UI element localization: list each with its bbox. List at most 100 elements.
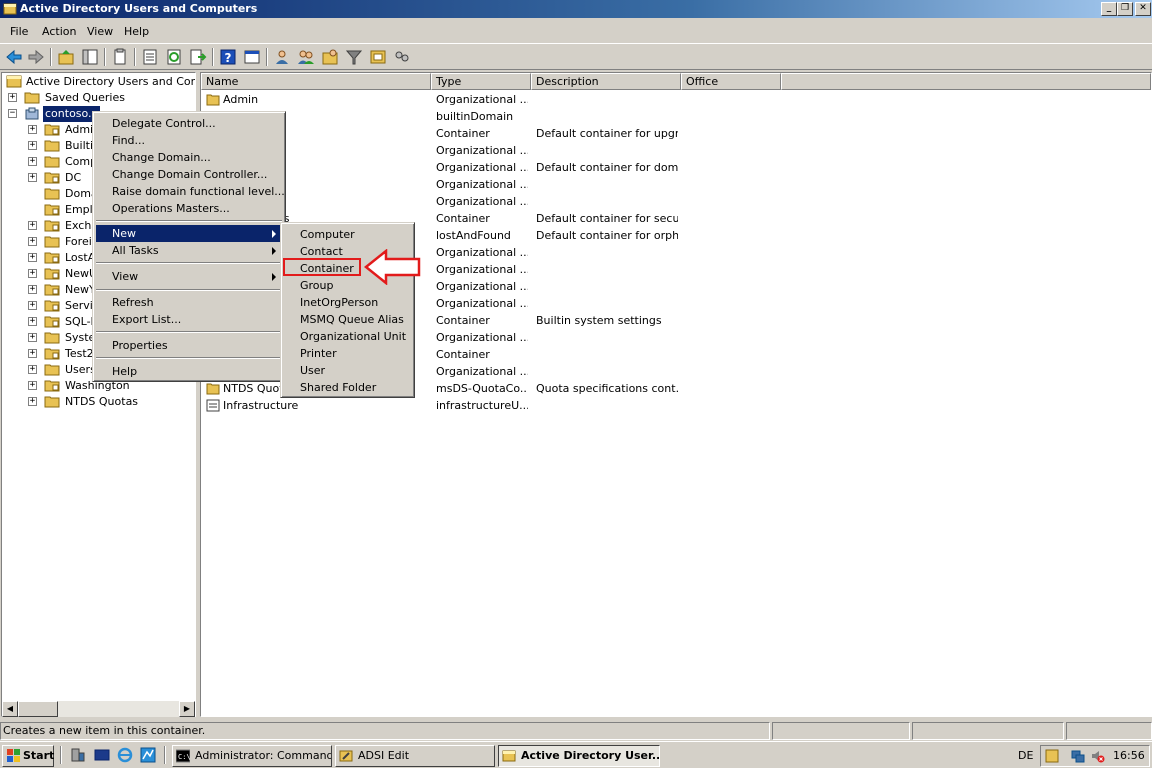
cell-description: Default container for upgr... [536,127,678,140]
list-row[interactable]: Organizational ... [201,142,1151,159]
column-header-type[interactable]: Type [431,73,531,90]
menu-item-raise-functional-level[interactable]: Raise domain functional level... [96,183,285,200]
menu-item-export-list[interactable]: Export List... [96,311,282,328]
list-row[interactable]: Container Default container for upgr... [201,125,1151,142]
taskbar-separator [164,746,166,764]
menu-item-delegate-control[interactable]: Delegate Control... [96,115,282,132]
column-header-office[interactable]: Office [681,73,781,90]
menu-view[interactable]: View [87,25,113,38]
expand-icon[interactable]: + [28,365,37,374]
show-tree-icon[interactable] [80,47,100,67]
submenu-item-organizational-unit[interactable]: Organizational Unit [284,328,412,345]
refresh-icon[interactable] [164,47,184,67]
expand-icon[interactable]: + [28,333,37,342]
menu-item-new[interactable]: New [96,225,282,242]
menu-item-refresh[interactable]: Refresh [96,294,282,311]
network-icon[interactable] [1071,749,1085,763]
ou-folder-icon[interactable] [320,47,340,67]
status-text: Creates a new item in this container. [0,722,770,740]
column-header-description[interactable]: Description [531,73,681,90]
internet-explorer-icon[interactable] [117,747,133,763]
column-header-name[interactable]: Name [201,73,431,90]
list-row[interactable]: Admin Organizational ... [201,91,1151,108]
cell-type: Organizational ... [436,365,528,378]
up-folder-icon[interactable] [56,47,76,67]
submenu-item-user[interactable]: User [284,362,412,379]
svg-text:C:\: C:\ [178,753,190,761]
cell-type: Container [436,348,490,361]
maximize-button[interactable]: ❒ [1117,2,1133,16]
expand-icon[interactable]: + [28,317,37,326]
list-row[interactable]: rollersOrganizational ...Default contain… [201,159,1151,176]
help-icon[interactable]: ? [218,47,238,67]
menu-item-operations-masters[interactable]: Operations Masters... [96,200,282,217]
menu-item-properties[interactable]: Properties [96,337,282,354]
tray-app-icon[interactable] [1045,749,1059,763]
minimize-button[interactable]: _ [1101,2,1117,16]
tree-label: Test2 [65,347,94,360]
expand-icon[interactable]: + [28,349,37,358]
expand-icon[interactable]: + [28,397,37,406]
properties-icon[interactable] [110,47,130,67]
expand-icon[interactable]: + [28,221,37,230]
expand-icon[interactable]: + [28,157,37,166]
expand-icon[interactable]: + [28,125,37,134]
scroll-right-icon[interactable]: ▶ [179,701,195,717]
group-icon[interactable] [296,47,316,67]
close-button[interactable]: ✕ [1135,2,1151,16]
menu-item-change-domain-controller[interactable]: Change Domain Controller... [96,166,282,183]
show-pane-icon[interactable] [242,47,262,67]
context-menu: Delegate Control... Find... Change Domai… [92,111,286,382]
menu-file[interactable]: File [10,25,28,38]
submenu-item-msmq-queue-alias[interactable]: MSMQ Queue Alias [284,311,412,328]
expand-icon[interactable]: + [28,301,37,310]
expand-icon[interactable]: + [28,253,37,262]
expand-icon[interactable]: + [28,141,37,150]
powershell-icon[interactable] [94,747,110,763]
menu-item-change-domain[interactable]: Change Domain... [96,149,282,166]
expand-icon[interactable]: + [28,269,37,278]
expand-icon[interactable]: + [28,285,37,294]
submenu-item-printer[interactable]: Printer [284,345,412,362]
submenu-arrow-icon [272,230,276,238]
menu-item-view[interactable]: View [96,268,282,285]
performance-icon[interactable] [140,747,156,763]
menu-help[interactable]: Help [124,25,149,38]
submenu-item-inetorgperson[interactable]: InetOrgPerson [284,294,412,311]
tree-horizontal-scrollbar[interactable]: ◀ ▶ [2,701,195,717]
language-indicator[interactable]: DE [1018,749,1033,762]
back-arrow-icon[interactable] [4,47,24,67]
menu-item-all-tasks[interactable]: All Tasks [96,242,282,259]
submenu-item-computer[interactable]: Computer [284,226,412,243]
task-adsi-edit[interactable]: ADSI Edit [335,745,495,767]
menu-item-help[interactable]: Help [96,363,282,380]
list-row[interactable]: Organizational ... [201,176,1151,193]
list-row[interactable]: Infrastructure infrastructureU... [201,397,1151,414]
filter-icon[interactable] [344,47,364,67]
expand-icon[interactable]: + [8,93,17,102]
list-row[interactable]: rsOrganizational ... [201,193,1151,210]
ad-icon[interactable] [368,47,388,67]
export-list-icon[interactable] [140,47,160,67]
cell-type: builtinDomain [436,110,514,123]
expand-icon[interactable]: + [28,173,37,182]
start-button[interactable]: Start [2,745,54,767]
list-row[interactable]: builtinDomain [201,108,1151,125]
expand-icon[interactable]: + [28,237,37,246]
volume-muted-icon[interactable] [1091,749,1105,763]
delegate-icon[interactable] [392,47,412,67]
task-command-prompt[interactable]: C:\ Administrator: Command... [172,745,332,767]
forward-arrow-icon[interactable] [26,47,46,67]
task-active-directory[interactable]: Active Directory User... [498,745,660,767]
menu-item-find[interactable]: Find... [96,132,282,149]
export-icon[interactable] [188,47,208,67]
tree-label: NTDS Quotas [65,395,139,408]
server-manager-icon[interactable] [70,747,86,763]
scroll-thumb[interactable] [18,701,58,717]
scroll-left-icon[interactable]: ◀ [2,701,18,717]
expand-icon[interactable]: + [28,381,37,390]
submenu-item-shared-folder[interactable]: Shared Folder [284,379,412,396]
collapse-icon[interactable]: − [8,109,17,118]
user-icon[interactable] [272,47,292,67]
menu-action[interactable]: Action [42,25,76,38]
